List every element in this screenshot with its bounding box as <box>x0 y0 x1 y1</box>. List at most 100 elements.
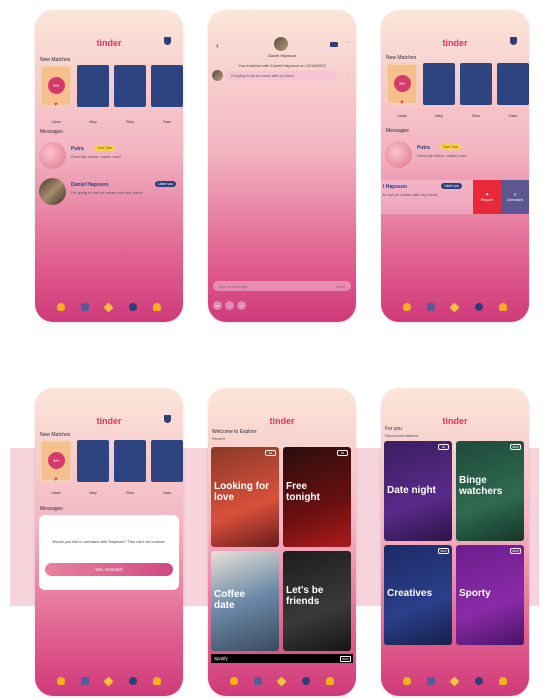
explore-tile[interactable]: Let's be friends <box>283 551 351 651</box>
explore-subtitle: Recent <box>212 436 225 441</box>
contact-name: Daniel Hapsson <box>71 182 109 188</box>
match-card[interactable] <box>151 65 183 107</box>
likes-card[interactable]: 99+ ♥ <box>386 63 418 106</box>
tinder-logo: tinder <box>442 416 468 426</box>
chat-icon[interactable] <box>474 303 483 311</box>
phone-matches: tinder New Matches 99+ ♥ Likes Mey Rico … <box>35 10 183 322</box>
unmatch-button[interactable]: ✕ Unmatch <box>501 180 529 214</box>
match-names: Likes Mey Rico Gam <box>40 119 183 124</box>
match-card[interactable] <box>423 63 455 105</box>
tab-bar <box>381 674 529 688</box>
matched-date: You matched with Daniel Hapsson on 12/18… <box>238 63 326 68</box>
more-icon[interactable]: ··· <box>344 40 350 46</box>
explore-tile[interactable]: NEW Creatives <box>384 545 452 645</box>
sparkle-icon[interactable] <box>104 676 114 686</box>
match-card[interactable] <box>114 65 146 107</box>
profile-icon[interactable] <box>498 677 507 685</box>
match-card[interactable] <box>77 440 109 482</box>
match-name: Rico <box>125 490 134 495</box>
tile-label: Sporty <box>459 588 491 599</box>
send-button[interactable]: Send <box>336 284 345 289</box>
explore-tile[interactable]: 5d Looking for love <box>211 447 279 547</box>
phone-explore: tinder Welcome to Explore Recent 5d Look… <box>208 388 356 696</box>
heart-icon[interactable]: ♡ <box>345 73 350 80</box>
message-row[interactable]: Daniel Hapsson Liked you I'm going to ea… <box>39 178 179 205</box>
grid-icon[interactable] <box>427 303 436 311</box>
tile-label: Let's be friends <box>286 585 324 607</box>
match-name: Mey <box>89 119 97 124</box>
canvas: tinder New Matches 99+ ♥ Likes Mey Rico … <box>0 0 549 698</box>
profile-icon[interactable] <box>325 677 334 685</box>
match-card[interactable] <box>77 65 109 107</box>
sparkle-icon[interactable] <box>277 676 287 686</box>
shield-icon[interactable] <box>164 415 171 423</box>
match-name: Mey <box>89 490 97 495</box>
flame-icon[interactable] <box>57 303 66 311</box>
status-badge: Liked you <box>155 181 176 187</box>
profile-icon[interactable] <box>152 677 161 685</box>
tile-label: Creatives <box>387 588 433 599</box>
grid-icon[interactable] <box>81 677 90 685</box>
report-label: Report <box>480 197 493 202</box>
tile-badge: NEW <box>510 548 521 554</box>
shield-icon[interactable] <box>510 37 517 45</box>
tile-badge: 5d <box>265 450 276 456</box>
video-icon[interactable] <box>330 42 338 47</box>
explore-tile[interactable]: 5d Date night <box>384 441 452 541</box>
sparkle-icon[interactable] <box>104 302 114 312</box>
explore-tile[interactable]: NEW Binge watchers <box>456 441 524 541</box>
sparkle-icon[interactable] <box>450 302 460 312</box>
grid-icon[interactable] <box>81 303 90 311</box>
message-row[interactable]: Putra Your Turn Recently active, match n… <box>385 141 525 168</box>
spotify-banner[interactable]: Spotify NEW <box>211 654 353 663</box>
match-name: Gam <box>162 119 172 124</box>
grid-icon[interactable] <box>427 677 436 685</box>
chat-icon[interactable] <box>474 677 483 685</box>
likes-card[interactable]: 99+ ♥ <box>40 65 72 108</box>
message-row[interactable]: Putra Your Turn Recently active, match n… <box>39 142 179 169</box>
match-card[interactable] <box>114 440 146 482</box>
sticker-icon[interactable]: ≋ <box>237 301 246 310</box>
chat-tools: GIF ♪ ≋ <box>213 301 246 310</box>
phone-explore-recs: tinder For you Recommendations 5d Date n… <box>381 388 529 696</box>
explore-tile[interactable]: 5d Free tonight <box>283 447 351 547</box>
messages-label: Messages <box>40 506 63 512</box>
flame-icon[interactable] <box>403 303 412 311</box>
avatar <box>39 142 66 169</box>
swiped-message-row[interactable]: l Hapsson Liked you to eat ice cream wit… <box>381 180 529 214</box>
flame-icon[interactable] <box>403 677 412 685</box>
chat-icon[interactable] <box>128 303 137 311</box>
match-card[interactable] <box>497 63 529 105</box>
back-icon[interactable]: ‹ <box>216 41 219 50</box>
sparkle-icon[interactable] <box>450 676 460 686</box>
explore-title: Welcome to Explore <box>212 429 257 435</box>
likes-count: 99+ <box>48 77 65 94</box>
chat-icon[interactable] <box>128 677 137 685</box>
chat-icon[interactable] <box>301 677 310 685</box>
match-name: Rico <box>125 119 134 124</box>
confirm-unmatch-button[interactable]: Yes, Unmatch <box>45 563 173 576</box>
tile-badge: 5d <box>337 450 348 456</box>
match-card[interactable] <box>460 63 492 105</box>
profile-icon[interactable] <box>152 303 161 311</box>
flame-icon[interactable] <box>57 677 66 685</box>
avatar[interactable] <box>274 37 288 51</box>
match-names: Likes Mey Rico Gam <box>386 113 529 118</box>
gif-icon[interactable]: GIF <box>213 301 222 310</box>
profile-icon[interactable] <box>498 303 507 311</box>
grid-icon[interactable] <box>254 677 263 685</box>
match-card[interactable] <box>151 440 183 482</box>
message-input[interactable]: Type a message Send <box>213 281 351 291</box>
tile-label: Free tonight <box>286 481 320 503</box>
likes-card[interactable]: 99+ ♥ <box>40 440 72 483</box>
explore-title: For you <box>385 426 402 432</box>
explore-tile[interactable]: Coffee date <box>211 551 279 651</box>
explore-tile[interactable]: NEW Sporty <box>456 545 524 645</box>
shield-icon[interactable] <box>164 37 171 45</box>
report-button[interactable]: ⚑ Report <box>473 180 501 214</box>
tile-badge: 5d <box>438 444 449 450</box>
music-icon[interactable]: ♪ <box>225 301 234 310</box>
new-matches-label: New Matches <box>40 57 71 63</box>
flame-icon[interactable] <box>230 677 239 685</box>
match-name: Rico <box>471 113 480 118</box>
